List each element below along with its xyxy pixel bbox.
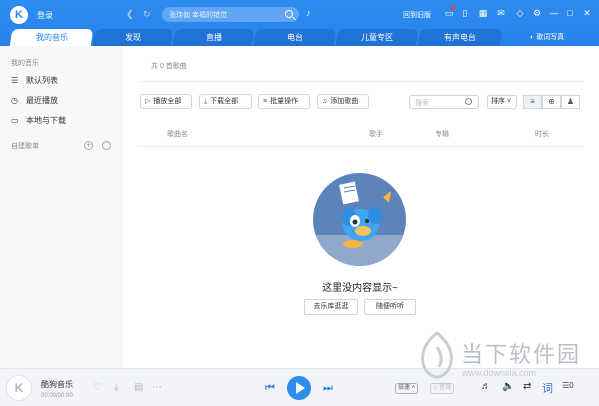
playlist-heading: 自建歌单	[11, 143, 39, 150]
tab-live[interactable]: 直播	[172, 29, 255, 46]
settings-icon[interactable]: ⚙	[531, 8, 543, 19]
clock-icon: ◷	[11, 96, 18, 105]
kugou-logo[interactable]: K	[10, 6, 28, 24]
loop-icon[interactable]: ⇄	[523, 381, 531, 392]
sidebar-item-default-list[interactable]: ☰ 默认列表	[11, 75, 58, 86]
queue-button[interactable]: ☰0	[562, 381, 574, 390]
skin-icon[interactable]: ◇	[514, 8, 526, 19]
play-icon: ▷	[145, 98, 151, 105]
monitor-icon: ▭	[11, 116, 19, 125]
tab-radio[interactable]: 电台	[253, 29, 337, 46]
download-icon: ⤓	[204, 98, 208, 105]
download-all-button[interactable]: ⤓ 下载全部	[199, 94, 252, 109]
previous-button[interactable]: ⏮	[265, 382, 275, 395]
sidebar-item-recent[interactable]: ◷ 最近播放	[11, 95, 58, 106]
music-note-icon: ♫	[322, 98, 328, 105]
tab-my-music[interactable]: 我的音乐	[9, 29, 94, 46]
notification-dot	[451, 6, 455, 10]
speed-button[interactable]: 倍速 ˄	[395, 383, 419, 394]
random-listen-button[interactable]: 随便听听	[364, 299, 416, 315]
maximize-icon[interactable]: □	[564, 8, 576, 19]
voice-search-icon[interactable]: ♪	[306, 8, 311, 18]
grid-icon[interactable]: ▦	[477, 8, 489, 19]
user-view-button[interactable]: ♟	[561, 95, 580, 109]
column-artist[interactable]: 歌手	[369, 129, 383, 139]
tab-audiobook[interactable]: 有声电台	[417, 29, 503, 46]
song-time: 00:00/00:00	[41, 393, 73, 399]
top-bar: K 登录 ❮ ↻ 张玮伽 幸福的错觉 ♪ 回到旧版 ▭ ▯ ▦ ✉ ◇ ⚙ — …	[0, 0, 599, 46]
sidebar-heading: 我的音乐	[11, 60, 39, 67]
download-icon[interactable]: ⤓	[114, 382, 118, 393]
more-icon[interactable]: ⋯	[152, 382, 162, 393]
phone-icon[interactable]: ▯	[459, 8, 471, 19]
song-title: 酷狗音乐	[41, 380, 73, 389]
song-count: 共 0 首歌曲	[151, 63, 187, 70]
collapse-icon[interactable]: ˆ	[102, 141, 111, 150]
tab-discover[interactable]: 发现	[92, 29, 174, 46]
play-all-button[interactable]: ▷ 播放全部	[140, 94, 192, 109]
column-song[interactable]: 歌曲名	[167, 129, 188, 139]
back-arrow-icon[interactable]: ❮	[126, 9, 134, 20]
sort-dropdown[interactable]: 排序 ˅	[487, 95, 517, 109]
list-icon: ☰	[11, 76, 19, 85]
lyric-photo-link[interactable]: ◐ 歌词写真	[530, 32, 564, 42]
sound-effect-icon[interactable]: ♬	[481, 381, 491, 392]
batch-icon: ≡	[263, 98, 268, 105]
column-album[interactable]: 专辑	[435, 129, 449, 139]
search-box[interactable]: 张玮伽 幸福的错觉	[162, 7, 299, 22]
column-duration[interactable]: 时长	[535, 129, 549, 139]
column-divider	[138, 146, 584, 147]
volume-icon[interactable]: 🔈	[502, 381, 514, 392]
watermark-logo-icon	[421, 331, 453, 379]
add-playlist-icon[interactable]: +	[84, 141, 93, 150]
watermark-title: 当下软件园	[461, 342, 582, 367]
add-song-button[interactable]: ♫ 添加歌曲	[317, 94, 369, 109]
search-icon[interactable]	[465, 98, 472, 105]
login-link[interactable]: 登录	[37, 10, 53, 21]
old-version-link[interactable]: 回到旧版	[403, 10, 431, 20]
add-view-button[interactable]: ⊕	[542, 95, 561, 109]
sidebar: 我的音乐 ☰ 默认列表 ◷ 最近播放 ▭ 本地与下载 自建歌单 + ˆ	[0, 46, 122, 368]
main-tabs: 我的音乐 发现 直播 电台 儿童专区 有声电台	[0, 29, 599, 46]
gift-icon: ◐	[530, 34, 535, 41]
go-library-button[interactable]: 去乐库逛逛	[304, 299, 358, 315]
comment-icon[interactable]: ▤	[134, 382, 143, 393]
watermark-url: www.downxia.com	[462, 368, 537, 378]
close-icon[interactable]: ✕	[581, 8, 593, 19]
minimize-icon[interactable]: —	[548, 8, 560, 19]
filter-box[interactable]: 搜索	[409, 95, 479, 109]
filter-input[interactable]: 搜索	[415, 98, 429, 108]
sidebar-item-local[interactable]: ▭ 本地与下载	[11, 115, 66, 126]
next-button[interactable]: ⏭	[323, 382, 333, 395]
refresh-icon[interactable]: ↻	[143, 9, 151, 20]
empty-illustration	[313, 173, 406, 266]
list-view-button[interactable]: ≡	[523, 95, 542, 109]
search-input[interactable]: 张玮伽 幸福的错觉	[169, 10, 227, 20]
tab-kids[interactable]: 儿童专区	[335, 29, 419, 46]
mail-icon[interactable]: ✉	[495, 8, 507, 19]
sound-effect-button[interactable]: ♫ 音效	[430, 383, 455, 394]
batch-button[interactable]: ≡ 批量操作	[258, 94, 310, 109]
album-cover[interactable]: K	[6, 375, 32, 401]
lyric-button[interactable]: 词	[542, 380, 553, 396]
empty-message: 这里没内容显示~	[322, 283, 398, 294]
heart-icon[interactable]: ♡	[93, 382, 102, 393]
divider	[138, 81, 584, 82]
play-button[interactable]	[287, 376, 311, 400]
search-icon[interactable]	[285, 10, 293, 18]
chevron-down-icon: ˅	[506, 98, 512, 105]
